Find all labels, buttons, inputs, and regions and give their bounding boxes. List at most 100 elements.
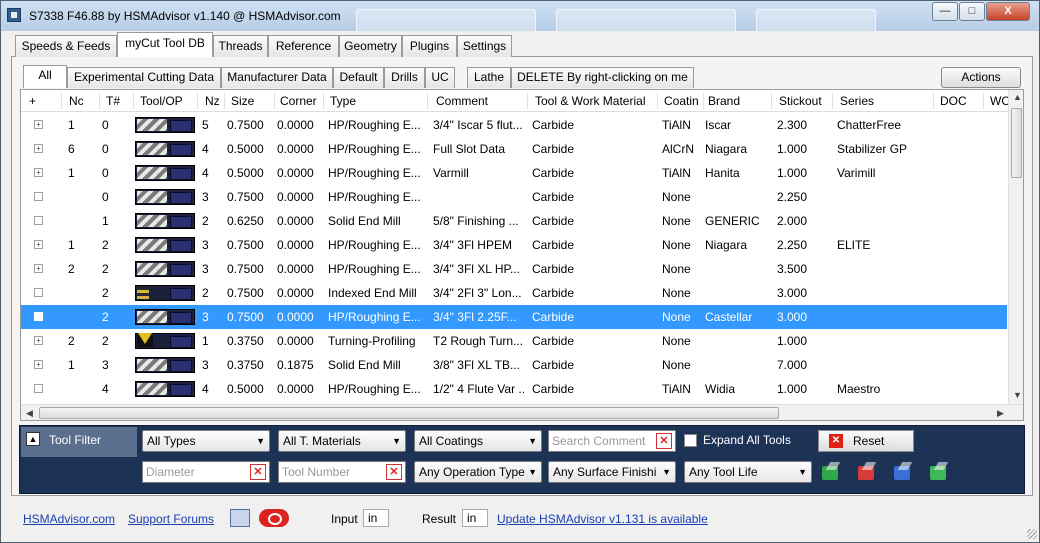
table-row[interactable]: +1 0 5 0.7500 0.0000 HP/Roughing E... 3/4" Isc… [21, 113, 1007, 137]
subtab-lathe[interactable]: Lathe [467, 67, 511, 88]
scroll-down-arrow-icon[interactable]: ▼ [1013, 390, 1022, 400]
column-header-size[interactable]: Size [231, 94, 254, 108]
subtab-all[interactable]: All [23, 65, 67, 88]
table-row[interactable]: 2 2 0.7500 0.0000 Indexed End Mill 3/4" 2Fl 3… [21, 281, 1007, 305]
table-row[interactable]: +1 2 3 0.7500 0.0000 HP/Roughing E... 3/4" 3Fl… [21, 233, 1007, 257]
column-header-series[interactable]: Series [840, 94, 874, 108]
row-marker-icon[interactable] [34, 288, 43, 297]
horizontal-scroll-thumb[interactable] [39, 407, 779, 419]
operation-type-select[interactable]: Any Operation Type ▼ [414, 461, 542, 483]
tab-plugins[interactable]: Plugins [402, 35, 457, 57]
scroll-up-arrow-icon[interactable]: ▲ [1013, 92, 1022, 102]
hsmadvisor-site-link[interactable]: HSMAdvisor.com [23, 512, 115, 526]
table-row[interactable]: +1 3 3 0.3750 0.1875 Solid End Mill 3/8" 3Fl X… [21, 353, 1007, 377]
column-header-nc[interactable]: Nc [69, 94, 84, 108]
column-header-corner[interactable]: Corner [280, 94, 317, 108]
clear-diameter-icon[interactable]: ✕ [250, 464, 266, 480]
column-header-stickout[interactable]: Stickout [779, 94, 822, 108]
table-row[interactable]: 4 4 0.5000 0.0000 HP/Roughing E... 1/2" 4 Flu… [21, 377, 1007, 401]
table-row[interactable]: +1 0 4 0.5000 0.0000 HP/Roughing E... Varmill C… [21, 161, 1007, 185]
subtab-manufacturer-data[interactable]: Manufacturer Data [221, 67, 333, 88]
reset-button[interactable]: ✕ Reset [818, 430, 914, 452]
cell-series: ELITE [837, 238, 871, 252]
column-header-woc[interactable]: WO [990, 94, 1008, 108]
scroll-left-arrow-icon[interactable]: ◀ [26, 408, 33, 419]
table-row[interactable]: 2 3 0.7500 0.0000 HP/Roughing E... 3/4" 3Fl 2… [21, 305, 1007, 329]
scroll-right-arrow-icon[interactable]: ▶ [997, 408, 1004, 419]
expand-row-icon[interactable]: + [34, 144, 43, 153]
delete-tool-icon[interactable] [856, 462, 878, 484]
update-available-link[interactable]: Update HSMAdvisor v1.131 is available [497, 512, 708, 526]
tool-material-select[interactable]: All T. Materials ▼ [278, 430, 406, 452]
row-marker-icon[interactable] [34, 216, 43, 225]
edit-tool-icon[interactable] [892, 462, 914, 484]
diameter-input[interactable]: Diameter ✕ [142, 461, 270, 483]
horizontal-scrollbar[interactable]: ◀ ▶ [21, 404, 1023, 420]
resize-grip-icon[interactable] [1027, 529, 1037, 539]
close-button[interactable]: X [986, 2, 1030, 21]
clear-search-icon[interactable]: ✕ [656, 433, 672, 449]
tool-table[interactable]: + Nc T# Tool/OP Nz Size Corner Type Comm… [20, 89, 1024, 421]
expand-row-icon[interactable]: + [34, 120, 43, 129]
subtab-delete-hint[interactable]: DELETE By right-clicking on me [511, 67, 694, 88]
subtab-uc[interactable]: UC [425, 67, 455, 88]
tab-threads[interactable]: Threads [213, 35, 268, 57]
row-marker-icon[interactable] [34, 312, 43, 321]
column-header-expand[interactable]: + [29, 94, 36, 108]
column-header-nz[interactable]: Nz [205, 94, 220, 108]
result-units-value[interactable]: in [462, 509, 488, 527]
tab-mycut-tool-db[interactable]: myCut Tool DB [117, 32, 213, 57]
column-header-tool-number[interactable]: T# [106, 94, 120, 108]
cell-tool-number: 0 [102, 142, 109, 156]
subtab-drills[interactable]: Drills [384, 67, 425, 88]
subtab-experimental-cutting-data[interactable]: Experimental Cutting Data [67, 67, 221, 88]
row-marker-icon[interactable] [34, 384, 43, 393]
column-header-material[interactable]: Tool & Work Material [535, 94, 645, 108]
tab-speeds-feeds[interactable]: Speeds & Feeds [15, 35, 117, 57]
table-row[interactable]: 1 2 0.6250 0.0000 Solid End Mill 5/8" Finishi… [21, 209, 1007, 233]
expand-row-icon[interactable]: + [34, 168, 43, 177]
column-header-type[interactable]: Type [330, 94, 356, 108]
table-row[interactable]: +2 2 1 0.3750 0.0000 Turning-Profiling T2 Roug… [21, 329, 1007, 353]
column-header-brand[interactable]: Brand [708, 94, 740, 108]
vertical-scroll-thumb[interactable] [1011, 108, 1022, 178]
calculator-icon[interactable] [230, 509, 250, 527]
subtab-default[interactable]: Default [333, 67, 384, 88]
expand-row-icon[interactable]: + [34, 240, 43, 249]
collapse-filter-icon[interactable]: ▲ [26, 432, 40, 446]
expand-all-checkbox[interactable] [684, 434, 697, 447]
cell-corner: 0.0000 [277, 286, 314, 300]
copy-tool-icon[interactable] [928, 462, 950, 484]
expand-row-icon[interactable]: + [34, 264, 43, 273]
tool-type-select[interactable]: All Types ▼ [142, 430, 270, 452]
expand-row-icon[interactable]: + [34, 360, 43, 369]
table-row[interactable]: 0 3 0.7500 0.0000 HP/Roughing E... Carbide Non… [21, 185, 1007, 209]
table-row[interactable]: +6 0 4 0.5000 0.0000 HP/Roughing E... Full Slo… [21, 137, 1007, 161]
surface-finish-select[interactable]: Any Surface Finishi ▼ [548, 461, 676, 483]
tool-life-select[interactable]: Any Tool Life ▼ [684, 461, 812, 483]
column-header-doc[interactable]: DOC [940, 94, 967, 108]
tool-number-input[interactable]: Tool Number ✕ [278, 461, 406, 483]
column-header-coating[interactable]: Coatin [664, 94, 702, 108]
search-comment-input[interactable]: Search Comment ✕ [548, 430, 676, 452]
coating-select[interactable]: All Coatings ▼ [414, 430, 542, 452]
lifebuoy-help-icon[interactable] [259, 509, 289, 527]
column-header-tool-op[interactable]: Tool/OP [140, 94, 183, 108]
vertical-scrollbar[interactable]: ▲ ▼ [1008, 90, 1023, 404]
input-units-value[interactable]: in [363, 509, 389, 527]
tab-reference[interactable]: Reference [268, 35, 339, 57]
maximize-button[interactable]: □ [959, 2, 985, 21]
tab-geometry[interactable]: Geometry [339, 35, 402, 57]
clear-tool-number-icon[interactable]: ✕ [386, 464, 402, 480]
row-marker-icon[interactable] [34, 192, 43, 201]
tab-settings[interactable]: Settings [457, 35, 512, 57]
column-header-comment[interactable]: Comment [436, 94, 488, 108]
cell-size: 0.5000 [227, 142, 264, 156]
cell-nz: 3 [202, 190, 209, 204]
expand-row-icon[interactable]: + [34, 336, 43, 345]
actions-button[interactable]: Actions [941, 67, 1021, 88]
minimize-button[interactable]: — [932, 2, 958, 21]
support-forums-link[interactable]: Support Forums [128, 512, 214, 526]
add-tool-icon[interactable] [820, 462, 842, 484]
table-row[interactable]: +2 2 3 0.7500 0.0000 HP/Roughing E... 3/4" 3Fl… [21, 257, 1007, 281]
